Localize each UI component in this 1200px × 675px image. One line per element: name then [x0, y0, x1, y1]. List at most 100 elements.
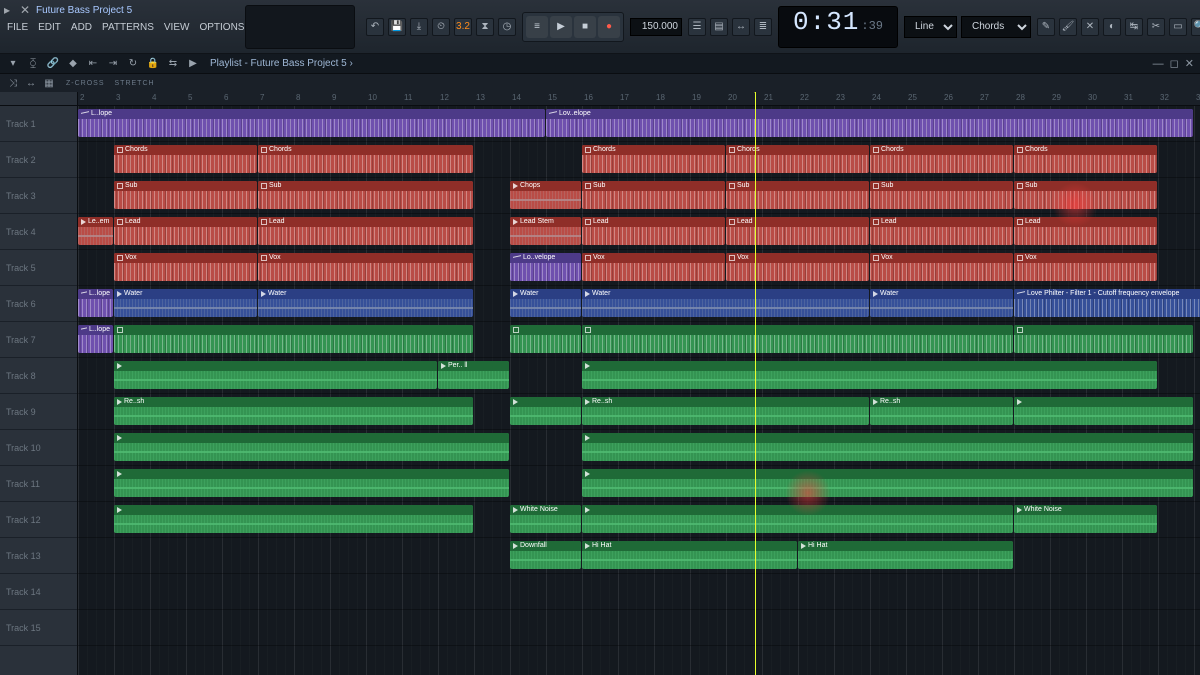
clip[interactable]	[114, 325, 473, 353]
clip[interactable]: Love Philter - Filter 1 - Cutoff frequen…	[1014, 289, 1200, 317]
clip[interactable]: Chords	[258, 145, 473, 173]
stop-button[interactable]: ■	[574, 16, 596, 38]
track-row[interactable]: ChordsChordsChordsChordsChordsChords	[78, 142, 1200, 178]
view-piano-roll-icon[interactable]: ▤	[710, 18, 728, 36]
track-row[interactable]	[78, 466, 1200, 502]
stretch-icon[interactable]: ↔	[24, 76, 38, 90]
clip[interactable]: Sub	[870, 181, 1013, 209]
snap-select[interactable]: Line	[904, 16, 957, 38]
clip[interactable]: Vox	[726, 253, 869, 281]
clip[interactable]	[582, 325, 1013, 353]
step-fwd-icon[interactable]: ⇥	[106, 57, 120, 71]
clip[interactable]: Per.. ll	[438, 361, 509, 389]
bar-ruler[interactable]: 2345678910111213141516171819202122232425…	[78, 92, 1200, 106]
track-header[interactable]: Track 6	[0, 286, 77, 322]
track-header[interactable]: Track 3	[0, 178, 77, 214]
clip[interactable]: Sub	[258, 181, 473, 209]
menu-edit[interactable]: EDIT	[33, 20, 66, 38]
clip[interactable]: Water	[870, 289, 1013, 317]
track-row[interactable]	[78, 610, 1200, 646]
track-header[interactable]: Track 9	[0, 394, 77, 430]
track-row[interactable]: DownfallHi HatHi Hat	[78, 538, 1200, 574]
clip[interactable]	[114, 505, 473, 533]
track-header[interactable]: Track 4	[0, 214, 77, 250]
clip[interactable]	[114, 361, 437, 389]
track-row[interactable]: Re..shRe..shRe..sh	[78, 394, 1200, 430]
loop-icon[interactable]: ↻	[126, 57, 140, 71]
track-row[interactable]: White Noise White Noise	[78, 502, 1200, 538]
wait-icon[interactable]: ⧗	[476, 18, 494, 36]
clip[interactable]: Sub	[582, 181, 725, 209]
track-header[interactable]: Track 13	[0, 538, 77, 574]
clip[interactable]: Chords	[114, 145, 257, 173]
menu-patterns[interactable]: PATTERNS	[97, 20, 159, 38]
clip[interactable]: Lo..velope	[510, 253, 581, 281]
link-icon[interactable]: 🔗	[46, 57, 60, 71]
clip[interactable]: Lead	[114, 217, 257, 245]
clip[interactable]: Lead	[258, 217, 473, 245]
tool-paint-icon[interactable]: 🖌	[1059, 18, 1077, 36]
track-row[interactable]: L..lope	[78, 322, 1200, 358]
clip[interactable]: Lead	[726, 217, 869, 245]
playlist-menu-icon[interactable]: ▾	[6, 57, 20, 71]
tool-slip-icon[interactable]: ↹	[1125, 18, 1143, 36]
tool-slice-icon[interactable]: ✂	[1147, 18, 1165, 36]
clip[interactable]: Vox	[870, 253, 1013, 281]
tool-mute-icon[interactable]: ◐	[1103, 18, 1121, 36]
clip[interactable]: Downfall	[510, 541, 581, 569]
track-header[interactable]: Track 11	[0, 466, 77, 502]
clip[interactable]	[114, 433, 509, 461]
pattern-song-toggle[interactable]: ≡	[526, 16, 548, 38]
clip[interactable]: Water	[258, 289, 473, 317]
clip[interactable]: Water	[114, 289, 257, 317]
maximize-icon[interactable]: ◻	[1170, 57, 1179, 70]
clip[interactable]: Lead	[870, 217, 1013, 245]
track-row[interactable]	[78, 574, 1200, 610]
track-header[interactable]: Track 15	[0, 610, 77, 646]
tool-draw-icon[interactable]: ✎	[1037, 18, 1055, 36]
metronome-icon[interactable]: ⏲	[432, 18, 450, 36]
scroll-icon[interactable]: ⇆	[166, 57, 180, 71]
clip[interactable]: Vox	[258, 253, 473, 281]
add-marker-icon[interactable]: ◆	[66, 57, 80, 71]
playlist-play-icon[interactable]: ▶	[186, 57, 200, 71]
clip[interactable]	[1014, 325, 1193, 353]
view-playlist-icon[interactable]: ☰	[688, 18, 706, 36]
track-row[interactable]	[78, 430, 1200, 466]
clip[interactable]: Lead Stem	[510, 217, 581, 245]
clip[interactable]: Chops	[510, 181, 581, 209]
clip[interactable]: White Noise	[510, 505, 581, 533]
track-header[interactable]: Track 5	[0, 250, 77, 286]
clip[interactable]: White Noise	[1014, 505, 1157, 533]
clip[interactable]	[114, 469, 509, 497]
clip[interactable]: Lead	[582, 217, 725, 245]
clip[interactable]: Water	[510, 289, 581, 317]
tempo-display[interactable]: 150.000	[630, 18, 682, 36]
clip[interactable]: Vox	[114, 253, 257, 281]
clip[interactable]: Hi Hat	[798, 541, 1013, 569]
clip[interactable]: Vox	[1014, 253, 1157, 281]
time-display[interactable]: 0:31 :39	[778, 6, 898, 48]
clip[interactable]: Vox	[582, 253, 725, 281]
track-row[interactable]: SubSubChopsSubSubSubSub	[78, 178, 1200, 214]
lock-icon[interactable]: 🔒	[146, 57, 160, 71]
render-icon[interactable]: ⤓	[410, 18, 428, 36]
track-header[interactable]: Track 1	[0, 106, 77, 142]
track-header[interactable]: Track 14	[0, 574, 77, 610]
clip[interactable]	[510, 325, 581, 353]
step-back-icon[interactable]: ⇤	[86, 57, 100, 71]
track-header[interactable]: Track 8	[0, 358, 77, 394]
clip[interactable]: Sub	[1014, 181, 1157, 209]
clip[interactable]: Water	[582, 289, 869, 317]
track-header[interactable]: Track 12	[0, 502, 77, 538]
save-icon[interactable]: 💾	[388, 18, 406, 36]
clip[interactable]: Re..sh	[870, 397, 1013, 425]
clip[interactable]	[582, 469, 1193, 497]
clip[interactable]: L..lope	[78, 325, 113, 353]
clip[interactable]	[582, 433, 1193, 461]
clip[interactable]: Lead	[1014, 217, 1157, 245]
clip[interactable]: Re..sh	[582, 397, 869, 425]
crossfade-icon[interactable]: ⤨	[6, 76, 20, 90]
menu-file[interactable]: FILE	[2, 20, 33, 38]
play-button[interactable]: ▶	[550, 16, 572, 38]
